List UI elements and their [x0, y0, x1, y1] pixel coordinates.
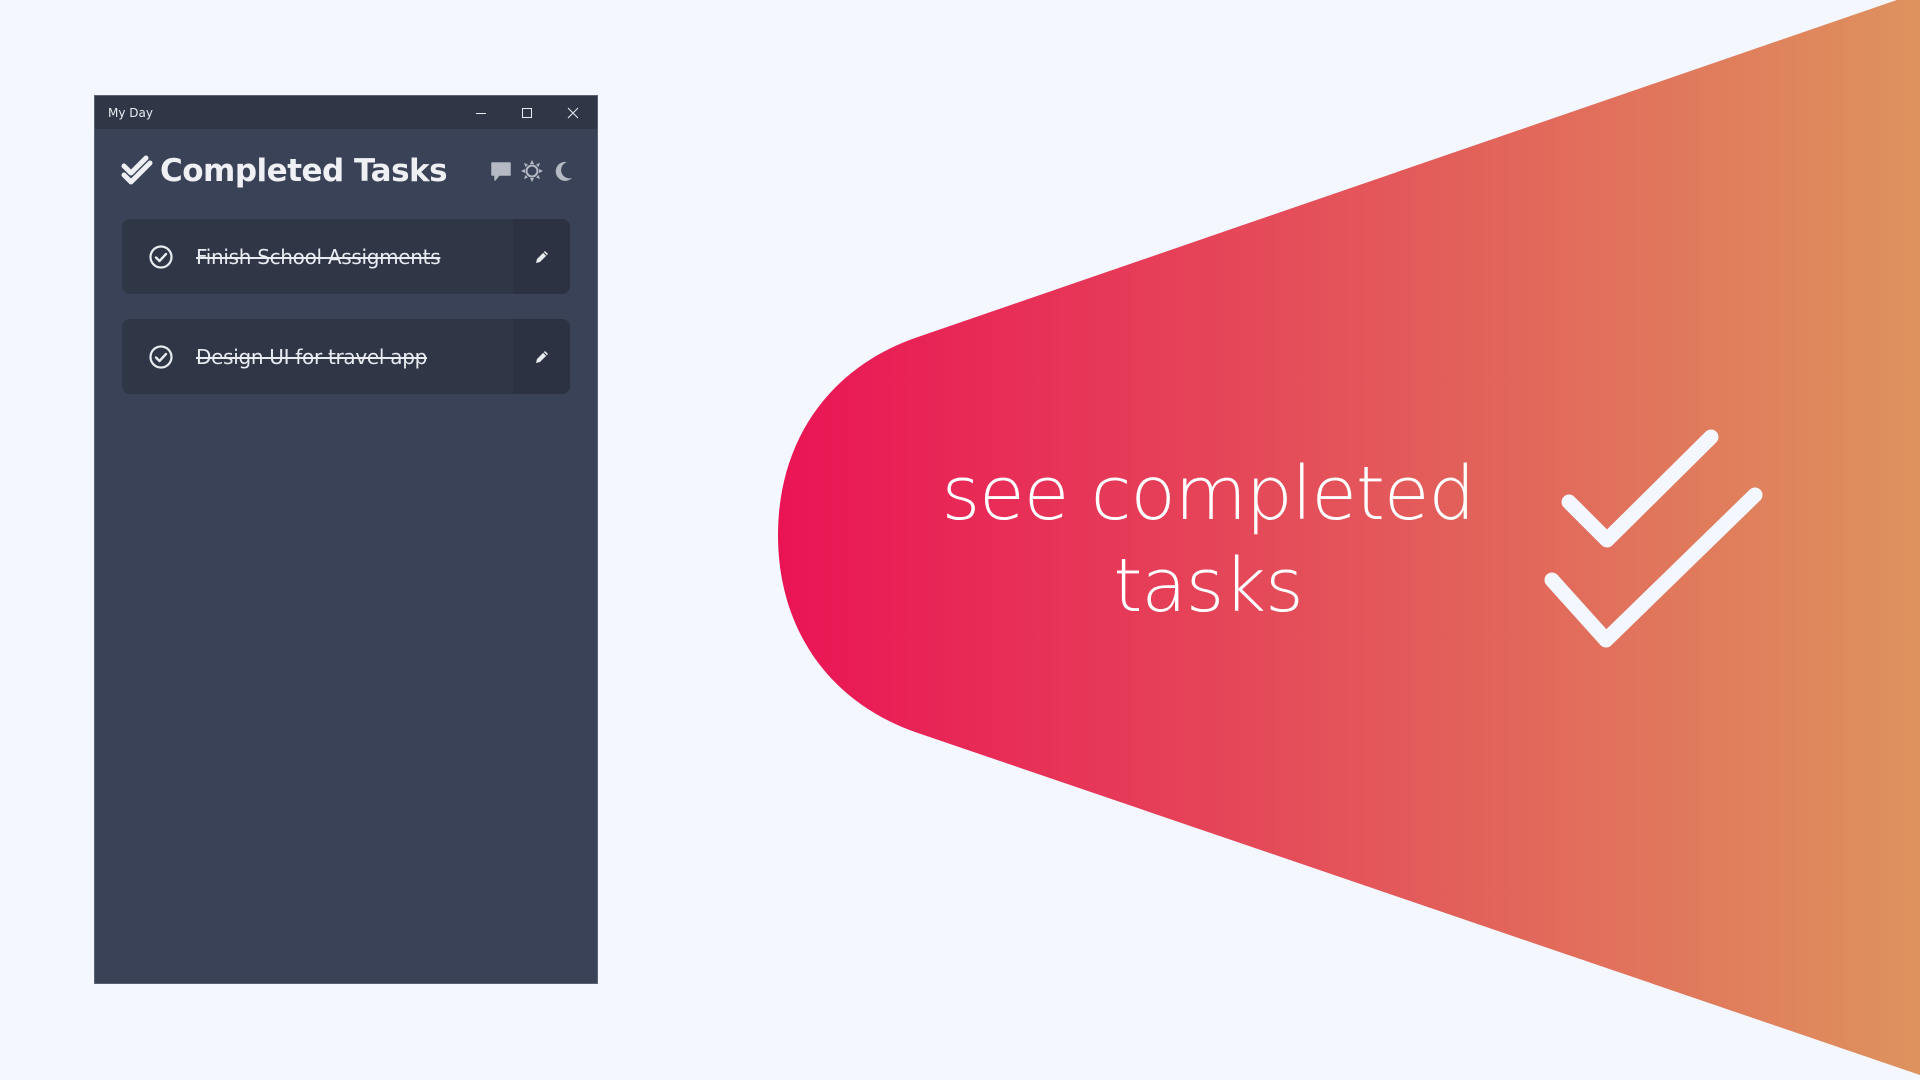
maximize-button[interactable]	[504, 96, 550, 129]
page-header: Completed Tasks	[120, 151, 572, 191]
pencil-icon	[535, 350, 548, 363]
hero-caption-line1: see completed	[941, 451, 1476, 537]
edit-task-button[interactable]	[513, 319, 570, 394]
completed-check-icon[interactable]	[148, 344, 174, 370]
hero-caption: see completed tasks	[908, 448, 1508, 632]
close-button[interactable]	[550, 96, 596, 129]
minimize-icon	[476, 112, 486, 114]
window-title: My Day	[108, 105, 153, 120]
task-row[interactable]: Design UI for travel app	[122, 319, 570, 394]
double-check-icon	[121, 155, 153, 185]
edit-task-button[interactable]	[513, 219, 570, 294]
title-bar[interactable]: My Day	[95, 96, 597, 129]
minimize-button[interactable]	[458, 96, 504, 129]
pencil-icon	[535, 250, 548, 263]
completed-check-icon[interactable]	[148, 244, 174, 270]
sun-icon[interactable]	[521, 160, 543, 182]
close-icon	[567, 107, 579, 118]
hero-caption-line2: tasks	[1113, 543, 1303, 629]
maximize-icon	[522, 107, 532, 118]
app-window: My Day Completed Tasks Finish School Ass…	[95, 96, 597, 983]
task-row[interactable]: Finish School Assigments	[122, 219, 570, 294]
task-label: Finish School Assigments	[196, 244, 441, 269]
page-title: Completed Tasks	[160, 153, 448, 189]
feedback-icon[interactable]	[490, 160, 512, 182]
task-label: Design UI for travel app	[196, 344, 427, 369]
moon-icon[interactable]	[552, 160, 574, 182]
